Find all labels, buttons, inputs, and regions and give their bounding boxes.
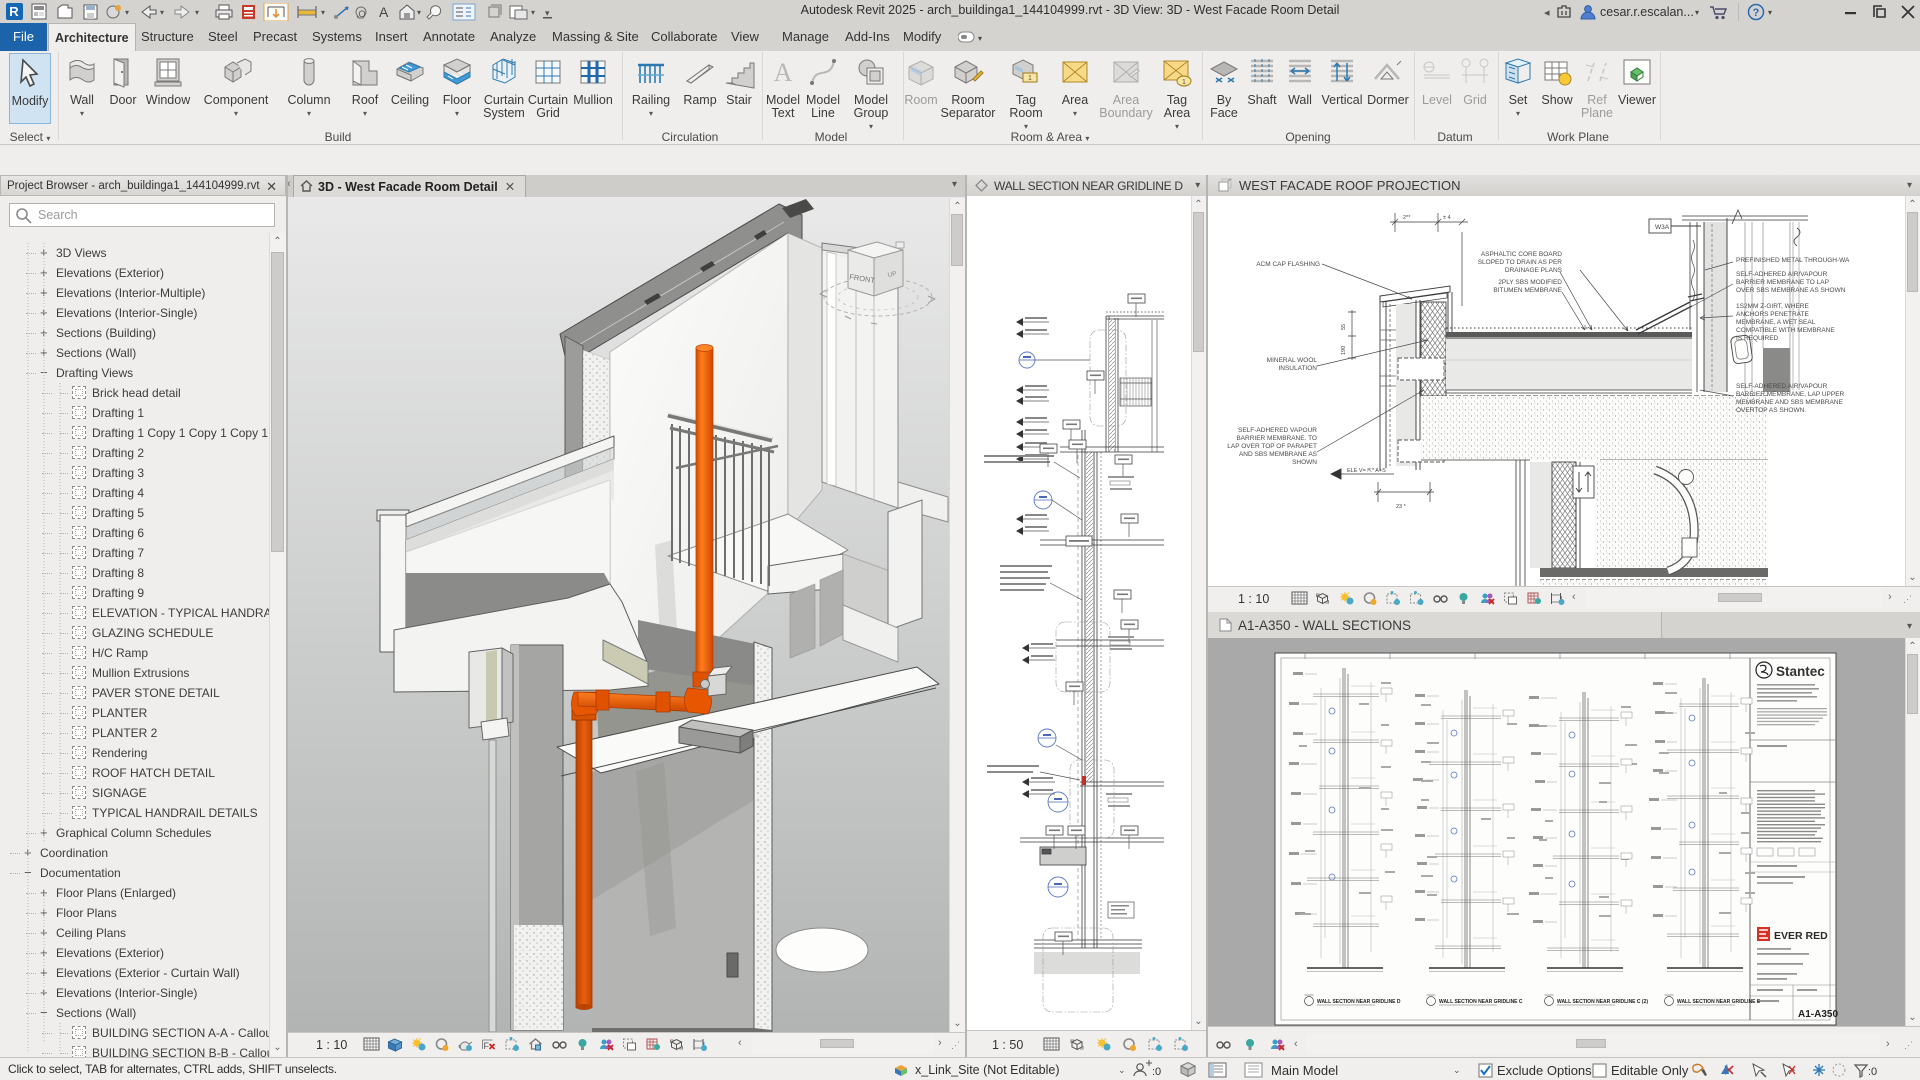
svg-text:W3A: W3A xyxy=(1655,224,1670,231)
svg-text:OVERTOP AS SHOWN.: OVERTOP AS SHOWN. xyxy=(1736,407,1806,414)
svg-text:▾: ▾ xyxy=(160,8,164,17)
svg-text:2PLY SBS MODIFIED: 2PLY SBS MODIFIED xyxy=(1498,279,1562,286)
svg-text:▾: ▾ xyxy=(545,8,550,18)
svg-text:55: 55 xyxy=(1341,324,1347,330)
svg-text:A: A xyxy=(774,58,793,87)
svg-text:R: R xyxy=(9,4,19,19)
svg-text:23 *: 23 * xyxy=(1396,504,1407,510)
svg-text:1S2MM Z-GIRT, WHERE: 1S2MM Z-GIRT, WHERE xyxy=(1736,303,1809,310)
svg-text:DRAINAGE PLANS: DRAINAGE PLANS xyxy=(1505,267,1563,274)
svg-text:WALL SECTION NEAR GRIDLINE C: WALL SECTION NEAR GRIDLINE C xyxy=(1439,999,1523,1005)
svg-text:1: 1 xyxy=(1028,75,1032,82)
svg-text:SELF-ADHERED VAPOUR: SELF-ADHERED VAPOUR xyxy=(1238,427,1317,434)
svg-text:cesar.r.escalan...: cesar.r.escalan... xyxy=(1600,5,1694,19)
svg-text:WALL SECTION NEAR GRIDLINE D: WALL SECTION NEAR GRIDLINE D xyxy=(1317,999,1401,1005)
svg-text:ACM CAP FLASHING: ACM CAP FLASHING xyxy=(1256,261,1320,268)
svg-text:1: 1 xyxy=(1182,79,1186,86)
svg-text:EVER RED: EVER RED xyxy=(1774,930,1828,942)
svg-text:Exclude Options: Exclude Options xyxy=(1497,1063,1592,1078)
svg-text:Stantec: Stantec xyxy=(1776,664,1825,679)
svg-text:MEMBRANE, A WET SEAL: MEMBRANE, A WET SEAL xyxy=(1736,319,1816,326)
svg-text:⌄: ⌄ xyxy=(1453,1065,1461,1075)
svg-text:SELF-ADHERED AIR/VAPOUR: SELF-ADHERED AIR/VAPOUR xyxy=(1736,271,1828,278)
svg-text:LAP OVER TOP OF PARAPET: LAP OVER TOP OF PARAPET xyxy=(1227,443,1317,450)
svg-text:IS REQUIRED: IS REQUIRED xyxy=(1736,335,1779,342)
svg-text:▾: ▾ xyxy=(1768,8,1772,17)
svg-text::0: :0 xyxy=(1868,1066,1877,1078)
svg-text:SLOPED TO DRAIN AS PER: SLOPED TO DRAIN AS PER xyxy=(1478,259,1563,266)
svg-text:⌄: ⌄ xyxy=(1118,1065,1126,1075)
svg-text:2**: 2** xyxy=(1403,215,1411,221)
svg-text:± 4: ± 4 xyxy=(1443,215,1451,221)
svg-text:A: A xyxy=(379,4,389,20)
svg-text:▾: ▾ xyxy=(125,8,129,17)
svg-text:PREFINISHED METAL THROUGH-WA: PREFINISHED METAL THROUGH-WA xyxy=(1736,257,1850,264)
svg-text:190: 190 xyxy=(1341,346,1347,355)
svg-text:COMPATIBLE WITH MEMBRANE: COMPATIBLE WITH MEMBRANE xyxy=(1736,327,1835,334)
svg-text:BARRIER MEMBRANE, LAP UPPER: BARRIER MEMBRANE, LAP UPPER xyxy=(1736,391,1845,398)
svg-text:Editable Only: Editable Only xyxy=(1611,1063,1689,1078)
svg-text:▾: ▾ xyxy=(417,8,421,17)
svg-text:WALL SECTION NEAR GRIDLINE C (: WALL SECTION NEAR GRIDLINE C (2) xyxy=(1557,999,1648,1005)
svg-text:A1-A350: A1-A350 xyxy=(1798,1009,1838,1020)
svg-text:AND SBS MEMBRANE AS: AND SBS MEMBRANE AS xyxy=(1239,451,1318,458)
svg-text:MINERAL WOOL: MINERAL WOOL xyxy=(1267,357,1318,364)
svg-text:?: ? xyxy=(1753,7,1760,19)
svg-text:WALL SECTION NEAR GRIDLINE E: WALL SECTION NEAR GRIDLINE E xyxy=(1677,999,1761,1005)
svg-text:◂: ◂ xyxy=(1544,7,1550,19)
svg-text:ELE V= ⇱* A+S: ELE V= ⇱* A+S xyxy=(1347,467,1386,474)
svg-text:,O: ,O xyxy=(356,9,366,19)
svg-text:▾: ▾ xyxy=(195,8,199,17)
svg-text:▾: ▾ xyxy=(531,8,535,17)
svg-text:▾: ▾ xyxy=(321,8,325,17)
svg-text:MEMBRANE AND SBS MEMBRANE: MEMBRANE AND SBS MEMBRANE xyxy=(1736,399,1844,406)
svg-text:▾: ▾ xyxy=(978,34,982,43)
svg-text:SELF-ADHERED AIR/VAPOUR: SELF-ADHERED AIR/VAPOUR xyxy=(1736,383,1828,390)
svg-text:SHOWN: SHOWN xyxy=(1292,459,1317,466)
svg-text:ASPHALTIC CORE BOARD: ASPHALTIC CORE BOARD xyxy=(1481,251,1562,258)
svg-text:INSULATION: INSULATION xyxy=(1278,365,1317,372)
svg-text:ANCHORS PENETRATE: ANCHORS PENETRATE xyxy=(1736,311,1809,318)
svg-text:▾: ▾ xyxy=(1695,8,1699,17)
svg-text:OVER SBS MEMBRANE AS SHOWN: OVER SBS MEMBRANE AS SHOWN xyxy=(1736,287,1846,294)
svg-text:x_Link_Site (Not Editable): x_Link_Site (Not Editable) xyxy=(915,1063,1060,1077)
svg-text:Main Model: Main Model xyxy=(1271,1063,1338,1078)
svg-text::0: :0 xyxy=(1152,1066,1161,1078)
svg-text:BARRIER MEMBRANE TO LAP: BARRIER MEMBRANE TO LAP xyxy=(1736,279,1829,286)
svg-text:BARRIER MEMBRANE. TO: BARRIER MEMBRANE. TO xyxy=(1236,435,1317,442)
svg-text:F: F xyxy=(484,1041,490,1051)
svg-text:BITUMEN MEMBRANE: BITUMEN MEMBRANE xyxy=(1493,287,1562,294)
